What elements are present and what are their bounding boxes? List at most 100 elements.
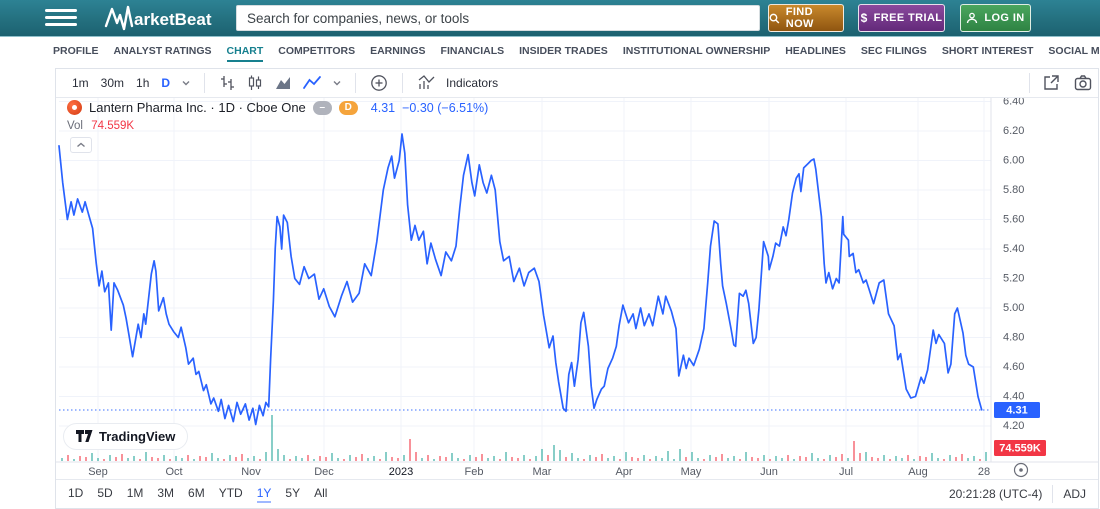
svg-text:2023: 2023 [389, 466, 413, 478]
clock-timezone[interactable]: 20:21:28 (UTC-4) [949, 487, 1042, 501]
free-trial-button[interactable]: $ FREE TRIAL [858, 4, 945, 32]
svg-text:5.20: 5.20 [1003, 272, 1024, 284]
svg-text:Jul: Jul [839, 466, 853, 478]
toolbar-separator [204, 73, 205, 93]
axis-settings-icon[interactable] [1015, 464, 1028, 477]
find-now-label: FIND NOW [786, 6, 843, 30]
site-header: arketBeat FIND NOW $ FREE TRIAL LOG IN [0, 0, 1100, 37]
tab-chart[interactable]: CHART [227, 45, 264, 62]
tab-analyst-ratings[interactable]: ANALYST RATINGS [114, 45, 212, 62]
tab-profile[interactable]: PROFILE [53, 45, 99, 62]
interval-1d[interactable]: D [161, 76, 170, 90]
logo-pulse-icon [106, 7, 132, 29]
log-in-button[interactable]: LOG IN [960, 4, 1031, 32]
open-external-icon[interactable] [1041, 73, 1061, 93]
volume-label: Vol [67, 120, 83, 132]
bottom-separator [1052, 485, 1053, 503]
ticker-nav: PROFILE ANALYST RATINGS CHART COMPETITOR… [0, 40, 1100, 66]
dollar-icon: $ [861, 11, 868, 25]
svg-text:6.00: 6.00 [1003, 154, 1024, 166]
svg-text:Sep: Sep [88, 466, 108, 478]
bars-chart-type-icon[interactable] [218, 74, 236, 92]
svg-text:5.80: 5.80 [1003, 184, 1024, 196]
volume-bars [61, 415, 987, 461]
price-line [59, 134, 982, 425]
tab-institutional-ownership[interactable]: INSTITUTIONAL OWNERSHIP [623, 45, 770, 62]
line-chart-type-icon[interactable] [302, 75, 322, 91]
search-icon [769, 13, 780, 24]
indicators-icon[interactable] [416, 74, 436, 92]
area-chart-type-icon[interactable] [274, 74, 292, 92]
svg-text:4.31: 4.31 [1006, 405, 1027, 417]
range-5y[interactable]: 5Y [285, 486, 300, 503]
svg-text:May: May [681, 466, 702, 478]
symbol-legend: Lantern Pharma Inc. · 1D · Cboe One – D … [67, 100, 488, 115]
chart-bottom-bar: 1D 5D 1M 3M 6M YTD 1Y 5Y All 20:21:28 (U… [56, 479, 1098, 508]
indicators-label[interactable]: Indicators [446, 76, 498, 90]
range-5d[interactable]: 5D [97, 486, 112, 503]
svg-text:5.40: 5.40 [1003, 243, 1024, 255]
chart-toolbar: 1m 30m 1h D [56, 69, 1098, 98]
tab-headlines[interactable]: HEADLINES [785, 45, 846, 62]
volume-row: Vol 74.559K [67, 120, 134, 132]
search-input[interactable] [236, 5, 760, 31]
chart-widget: 6.40 6.20 6.00 5.80 5.60 5.40 5.20 5.00 … [55, 68, 1099, 509]
tab-sec-filings[interactable]: SEC FILINGS [861, 45, 927, 62]
tradingview-attribution[interactable]: TradingView [63, 423, 188, 450]
range-1m[interactable]: 1M [127, 486, 144, 503]
range-3m[interactable]: 3M [157, 486, 174, 503]
interval-chevron-down-icon[interactable] [181, 79, 191, 87]
range-1y[interactable]: 1Y [257, 486, 272, 503]
company-logo [67, 100, 82, 115]
svg-text:Dec: Dec [314, 466, 334, 478]
free-trial-label: FREE TRIAL [874, 12, 943, 24]
range-ytd[interactable]: YTD [219, 486, 243, 503]
legend-interval-pill[interactable]: D [339, 101, 358, 115]
time-axis-labels: Sep Oct Nov Dec 2023 Feb Mar Apr May Jun… [88, 466, 990, 478]
range-all[interactable]: All [314, 486, 327, 503]
svg-text:28: 28 [978, 466, 990, 478]
range-1d[interactable]: 1D [68, 486, 83, 503]
log-in-label: LOG IN [984, 12, 1024, 24]
svg-text:4.60: 4.60 [1003, 361, 1024, 373]
candles-chart-type-icon[interactable] [246, 74, 264, 92]
marketbeat-logo[interactable]: arketBeat [103, 5, 253, 31]
find-now-button[interactable]: FIND NOW [768, 4, 844, 32]
svg-text:74.559K: 74.559K [999, 443, 1041, 455]
tradingview-logo-icon [76, 430, 93, 443]
symbol-title: Lantern Pharma Inc. · 1D · Cboe One [89, 100, 306, 115]
tab-social-media[interactable]: SOCIAL MEDIA [1048, 45, 1100, 62]
svg-text:5.00: 5.00 [1003, 302, 1024, 314]
price-axis-labels: 6.40 6.20 6.00 5.80 5.60 5.40 5.20 5.00 … [1003, 95, 1024, 432]
svg-text:Mar: Mar [533, 466, 552, 478]
interval-30m[interactable]: 30m [101, 76, 124, 90]
svg-text:5.60: 5.60 [1003, 213, 1024, 225]
last-price-value: 4.31 [371, 101, 395, 115]
interval-1m[interactable]: 1m [72, 76, 89, 90]
svg-text:6.20: 6.20 [1003, 125, 1024, 137]
price-chart-canvas[interactable]: 6.40 6.20 6.00 5.80 5.60 5.40 5.20 5.00 … [56, 69, 1098, 508]
svg-text:Feb: Feb [465, 466, 484, 478]
range-6m[interactable]: 6M [188, 486, 205, 503]
chevron-up-icon [76, 142, 86, 148]
adj-toggle[interactable]: ADJ [1063, 487, 1086, 501]
chart-type-chevron-down-icon[interactable] [332, 79, 342, 87]
legend-collapse-pill[interactable]: – [313, 101, 332, 115]
volume-value: 74.559K [91, 120, 134, 132]
legend-collapse-button[interactable] [70, 137, 92, 153]
tab-earnings[interactable]: EARNINGS [370, 45, 425, 62]
horizontal-gridlines [59, 102, 991, 427]
svg-text:Apr: Apr [615, 466, 632, 478]
price-change-value: −0.30 (−6.51%) [402, 101, 488, 115]
toolbar-right-separator [1029, 73, 1030, 93]
svg-text:Oct: Oct [165, 466, 182, 478]
camera-snapshot-icon[interactable] [1073, 73, 1093, 93]
compare-add-icon[interactable] [369, 73, 389, 93]
tab-competitors[interactable]: COMPETITORS [278, 45, 355, 62]
toolbar-separator [402, 73, 403, 93]
interval-1h[interactable]: 1h [136, 76, 149, 90]
tab-financials[interactable]: FINANCIALS [441, 45, 505, 62]
tab-insider-trades[interactable]: INSIDER TRADES [519, 45, 608, 62]
tab-short-interest[interactable]: SHORT INTEREST [942, 45, 1034, 62]
hamburger-menu-icon[interactable] [45, 9, 77, 27]
